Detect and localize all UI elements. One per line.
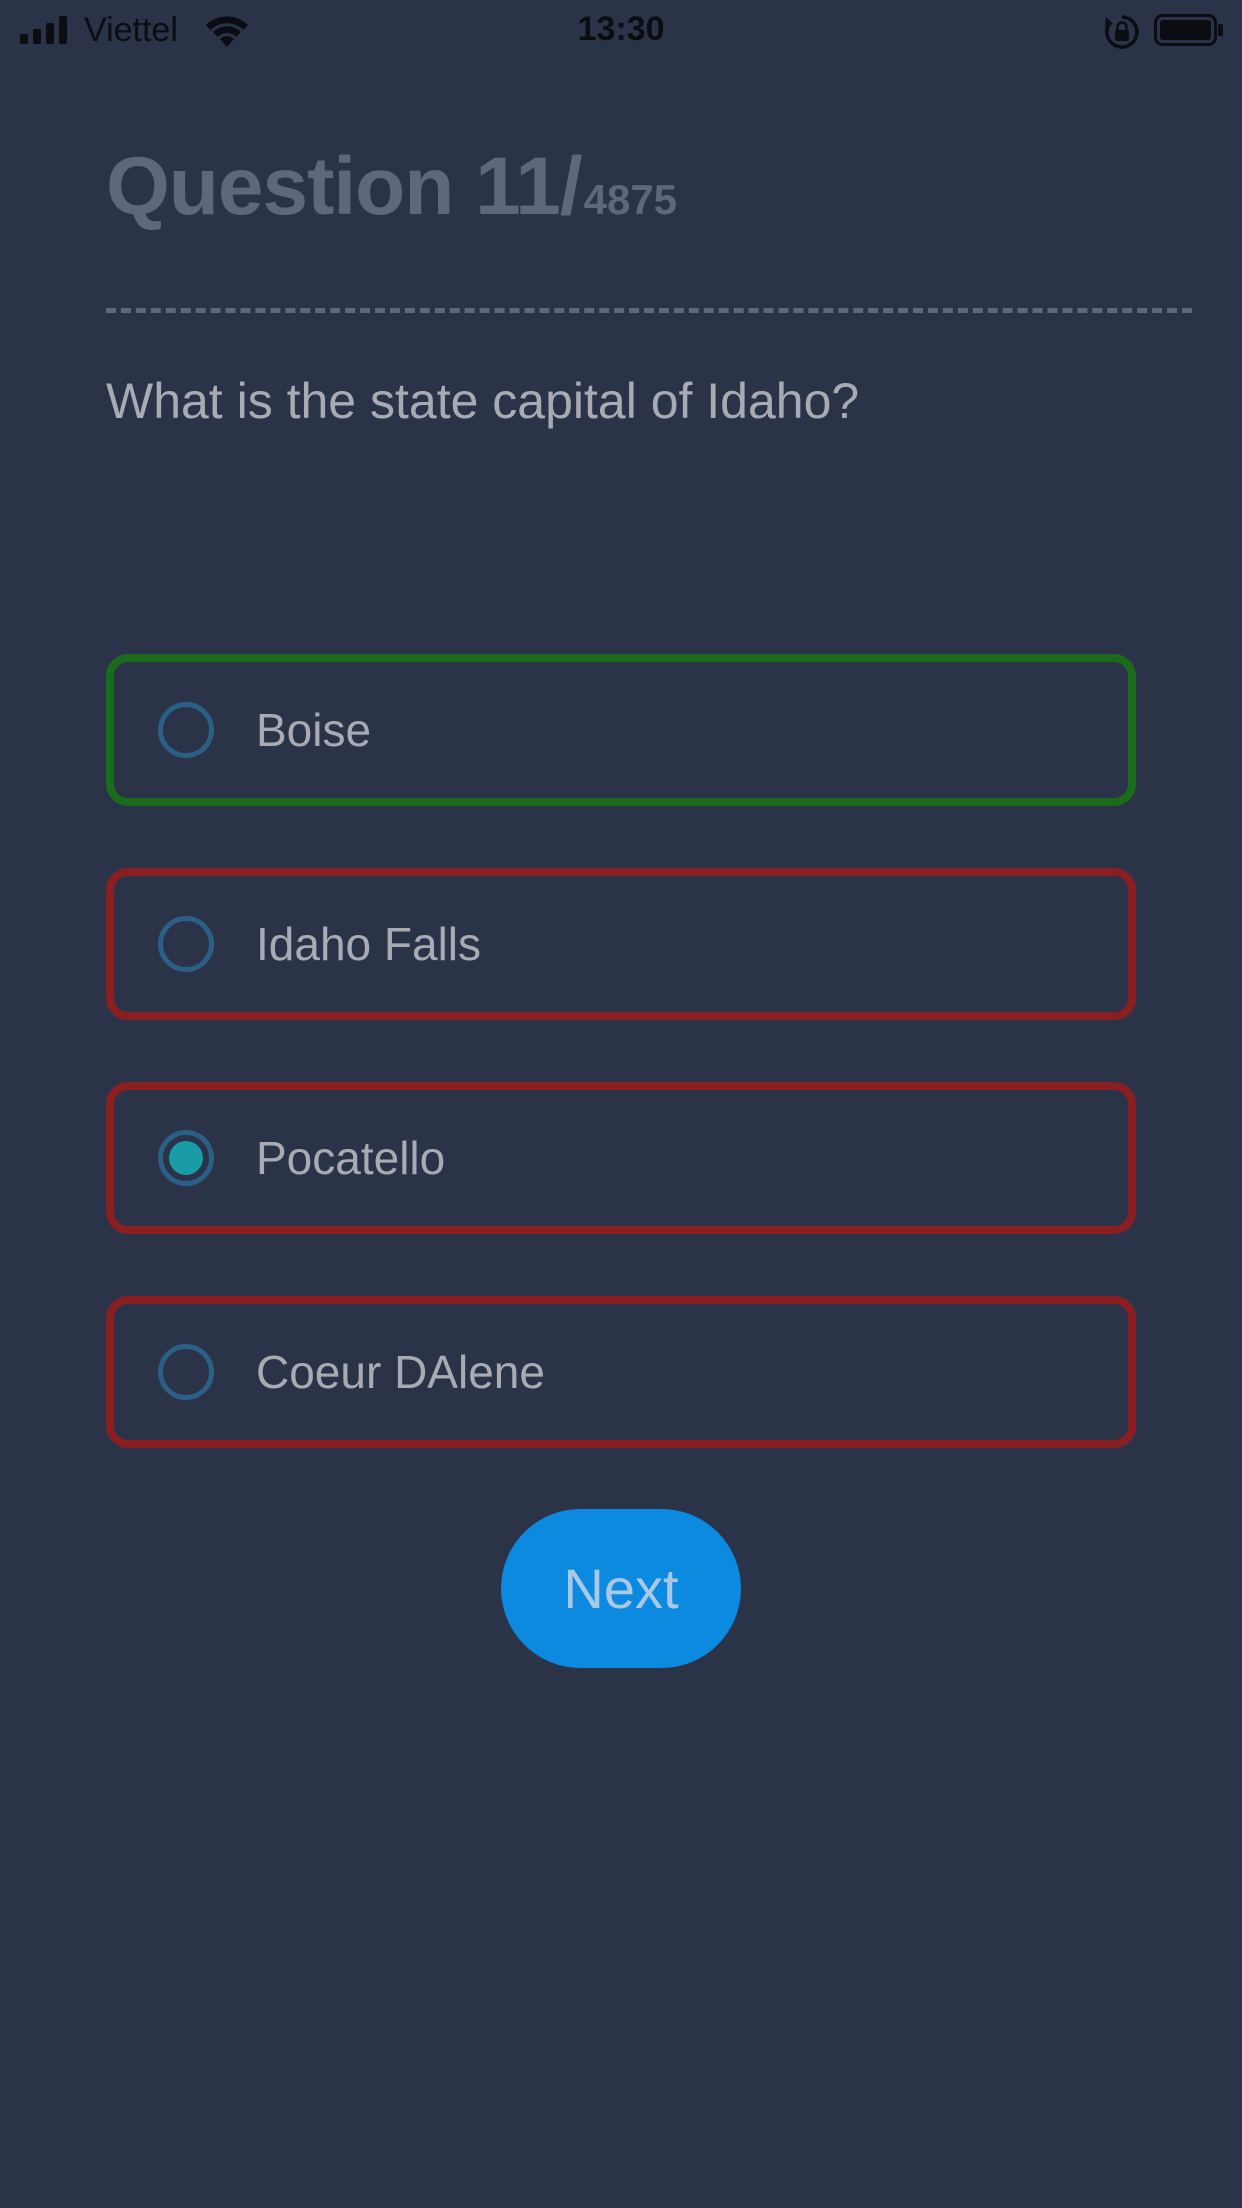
answer-option-boise[interactable]: Boise (106, 654, 1136, 806)
answer-label: Boise (256, 704, 372, 756)
question-number: Question 11/ (106, 141, 583, 232)
answer-label: Idaho Falls (256, 918, 482, 970)
radio-button-icon[interactable] (158, 1344, 214, 1400)
radio-button-selected-icon[interactable] (158, 1130, 214, 1186)
radio-button-icon[interactable] (158, 916, 214, 972)
status-time: 13:30 (577, 10, 665, 48)
quiz-screen: Viettel 13:30 Question 11/4875 What is t… (0, 0, 1242, 2208)
question-total: 4875 (583, 176, 678, 223)
dashed-divider (106, 308, 1192, 313)
battery-icon (1154, 14, 1223, 46)
status-bar: Viettel 13:30 (0, 0, 1242, 62)
next-button[interactable]: Next (501, 1509, 741, 1668)
question-counter: Question 11/4875 (106, 140, 677, 234)
answer-label: Pocatello (256, 1132, 446, 1184)
answer-option-idaho-falls[interactable]: Idaho Falls (106, 868, 1136, 1020)
answer-label: Coeur DAlene (256, 1346, 545, 1398)
rotation-lock-icon (1105, 15, 1139, 49)
answer-option-coeur-dalene[interactable]: Coeur DAlene (106, 1296, 1136, 1448)
answer-option-pocatello[interactable]: Pocatello (106, 1082, 1136, 1234)
radio-button-icon[interactable] (158, 702, 214, 758)
question-text: What is the state capital of Idaho? (106, 373, 860, 429)
